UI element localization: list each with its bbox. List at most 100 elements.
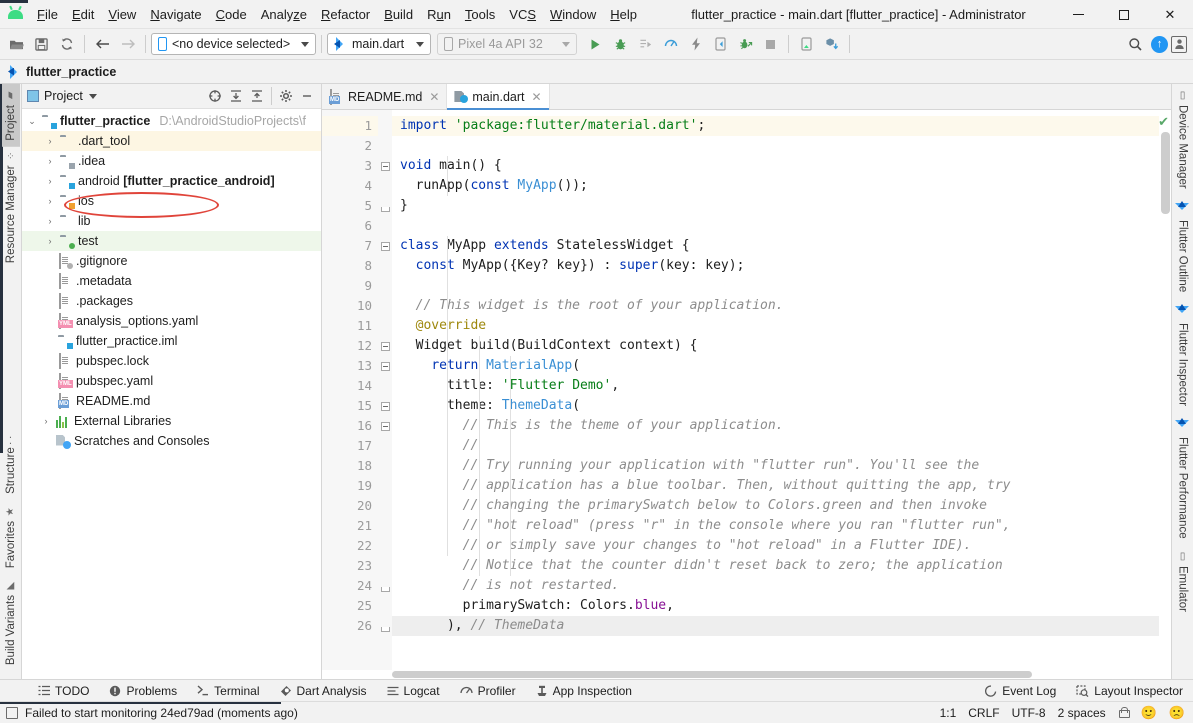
chevron-right-icon[interactable]: › <box>44 136 56 146</box>
status-message-area[interactable]: Failed to start monitoring 24ed79ad (mom… <box>6 706 298 720</box>
profile-icon[interactable] <box>658 32 683 57</box>
fold-end-line-24[interactable] <box>378 576 392 596</box>
chevron-right-icon[interactable]: › <box>44 216 56 226</box>
tree-item-ios[interactable]: › ios <box>22 191 321 211</box>
fold-handle-line-3[interactable] <box>378 156 392 176</box>
tree-item-scratches-and-consoles[interactable]: Scratches and Consoles <box>22 431 321 451</box>
select-opened-file-icon[interactable] <box>206 87 224 105</box>
minimize-button[interactable] <box>1055 0 1101 29</box>
project-panel-title[interactable]: Project <box>44 89 83 103</box>
chevron-right-icon[interactable]: › <box>44 176 56 186</box>
tab-main-dart[interactable]: main.dart ✕ <box>447 84 550 110</box>
sidebar-item-resource-manager[interactable]: Resource Manager ⁘ <box>2 147 20 269</box>
tree-item-idea[interactable]: › .idea <box>22 151 321 171</box>
save-icon[interactable] <box>29 32 54 57</box>
tree-item-pubspec-yaml[interactable]: YML pubspec.yaml <box>22 371 321 391</box>
sad-face-icon[interactable]: 🙁 <box>1169 705 1185 721</box>
bottom-tab-app-inspection[interactable]: App Inspection <box>526 680 642 701</box>
tab-readme-md[interactable]: MD README.md ✕ <box>322 84 448 109</box>
tree-item-external-libraries[interactable]: › External Libraries <box>22 411 321 431</box>
menu-file[interactable]: FFileile <box>30 4 65 25</box>
fold-handle-line-7[interactable] <box>378 236 392 256</box>
hot-reload-icon[interactable] <box>683 32 708 57</box>
tree-item-analysis-options-yaml[interactable]: YML analysis_options.yaml <box>22 311 321 331</box>
maximize-button[interactable] <box>1101 0 1147 29</box>
bottom-tab-todo[interactable]: TODO <box>28 680 99 701</box>
menu-vcs[interactable]: VCS <box>502 4 543 25</box>
collapse-all-icon[interactable] <box>248 87 266 105</box>
search-icon[interactable] <box>1123 32 1148 57</box>
fold-handle-line-12[interactable] <box>378 336 392 356</box>
happy-face-icon[interactable]: 🙂 <box>1141 705 1157 721</box>
sidebar-item-flutter-outline[interactable]: Flutter Outline <box>1173 195 1192 298</box>
line-separator[interactable]: CRLF <box>968 706 999 720</box>
sidebar-item-emulator[interactable]: ▭ Emulator <box>1174 545 1192 618</box>
tree-item-readme-md[interactable]: MD README.md <box>22 391 321 411</box>
sidebar-item-flutter-performance[interactable]: Flutter Performance <box>1173 412 1192 545</box>
bottom-tab-layout-inspector[interactable]: Layout Inspector <box>1066 684 1193 698</box>
sidebar-item-project[interactable]: Project ▰ <box>1 84 20 147</box>
indent-setting[interactable]: 2 spaces <box>1058 706 1106 720</box>
back-arrow-icon[interactable] <box>90 32 115 57</box>
settings-gear-icon[interactable] <box>277 87 295 105</box>
tree-item-flutter-practice-iml[interactable]: flutter_practice.iml <box>22 331 321 351</box>
menu-refactor[interactable]: Refactor <box>314 4 377 25</box>
open-folder-icon[interactable] <box>4 32 29 57</box>
close-icon[interactable]: ✕ <box>532 90 542 104</box>
fold-handle-line-15[interactable] <box>378 396 392 416</box>
expand-all-icon[interactable] <box>227 87 245 105</box>
fold-handle-line-16[interactable] <box>378 416 392 436</box>
device-manager-icon[interactable] <box>794 32 819 57</box>
close-button[interactable]: ✕ <box>1147 0 1193 29</box>
menu-build[interactable]: Build <box>377 4 420 25</box>
chevron-right-icon[interactable]: › <box>40 416 52 426</box>
bottom-tab-logcat[interactable]: Logcat <box>377 680 450 701</box>
code-text-area[interactable]: import 'package:flutter/material.dart'; … <box>392 110 1159 670</box>
sidebar-item-device-manager[interactable]: ▭ Device Manager <box>1174 84 1192 195</box>
menu-code[interactable]: Code <box>209 4 254 25</box>
fold-end-line-5[interactable] <box>378 196 392 216</box>
tree-item-android[interactable]: › android [flutter_practice_android] <box>22 171 321 191</box>
chevron-down-icon[interactable]: ⌄ <box>26 116 38 127</box>
sidebar-item-structure[interactable]: Structure ⁚ <box>2 434 20 500</box>
bottom-tab-terminal[interactable]: Terminal <box>187 680 269 701</box>
chevron-down-icon[interactable] <box>88 93 97 99</box>
no-problems-checkmark-icon[interactable]: ✔ <box>1158 114 1169 130</box>
run-configuration-combo[interactable]: main.dart <box>327 33 431 55</box>
tree-item-metadata[interactable]: .metadata <box>22 271 321 291</box>
file-encoding[interactable]: UTF-8 <box>1012 706 1046 720</box>
tree-item-gitignore[interactable]: .gitignore <box>22 251 321 271</box>
chevron-right-icon[interactable]: › <box>44 196 56 206</box>
tree-item-flutter-practice[interactable]: ⌄ flutter_practice D:\AndroidStudioProje… <box>22 111 321 131</box>
chevron-right-icon[interactable]: › <box>44 156 56 166</box>
menu-help[interactable]: Help <box>603 4 644 25</box>
tree-item-dart-tool[interactable]: › .dart_tool <box>22 131 321 151</box>
bottom-tab-problems[interactable]: Problems <box>99 680 187 701</box>
menu-view[interactable]: View <box>101 4 143 25</box>
emulator-target-combo[interactable]: Pixel 4a API 32 <box>437 33 577 55</box>
tree-item-packages[interactable]: .packages <box>22 291 321 311</box>
run-with-coverage-icon[interactable] <box>633 32 658 57</box>
sync-icon[interactable] <box>54 32 79 57</box>
pub-get-icon[interactable] <box>819 32 844 57</box>
editor-marker-bar[interactable]: ✔ <box>1158 110 1171 670</box>
attach-debugger-icon[interactable] <box>733 32 758 57</box>
menu-run[interactable]: Run <box>420 4 458 25</box>
chevron-right-icon[interactable]: › <box>44 236 56 246</box>
fold-handle-line-13[interactable] <box>378 356 392 376</box>
editor-horizontal-scrollbar-thumb[interactable] <box>392 671 1032 678</box>
updates-available-icon[interactable]: ↑ <box>1151 35 1168 53</box>
menu-analyze[interactable]: Analyze <box>254 4 314 25</box>
tree-item-test[interactable]: › test <box>22 231 321 251</box>
forward-arrow-icon[interactable] <box>115 32 140 57</box>
flutter-attach-icon[interactable] <box>708 32 733 57</box>
menu-tools[interactable]: Tools <box>458 4 502 25</box>
run-icon[interactable] <box>583 32 608 57</box>
sidebar-item-build-variants[interactable]: Build Variants ◣ <box>2 574 20 671</box>
debug-icon[interactable] <box>608 32 633 57</box>
read-only-lock-icon[interactable] <box>1118 707 1130 718</box>
close-icon[interactable]: ✕ <box>429 90 439 104</box>
editor-vertical-scrollbar[interactable] <box>1161 132 1170 214</box>
stop-icon[interactable] <box>758 32 783 57</box>
bottom-tab-profiler[interactable]: Profiler <box>450 680 526 701</box>
